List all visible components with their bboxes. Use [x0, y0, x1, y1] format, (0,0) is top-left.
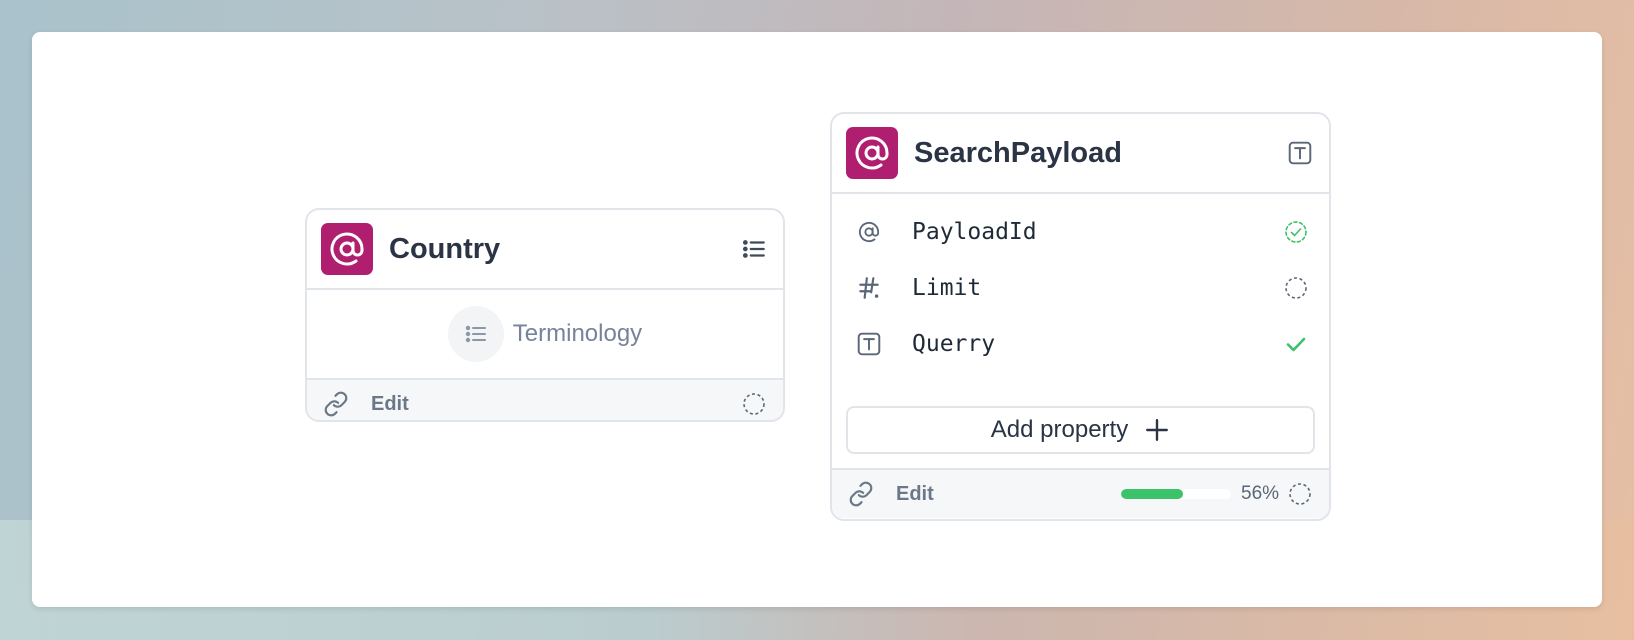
- dashed-circle-icon: [1281, 273, 1311, 303]
- card-footer: Edit 56%: [832, 468, 1329, 518]
- list-icon[interactable]: [739, 234, 769, 264]
- dashed-circle-icon: [1285, 479, 1315, 509]
- property-name: Limit: [912, 275, 982, 301]
- property-row[interactable]: Limit: [832, 260, 1329, 316]
- hash-icon: [854, 273, 884, 303]
- progress-percent: 56%: [1241, 483, 1280, 504]
- node-title: Country: [389, 232, 501, 265]
- country-node-card[interactable]: Country Terminology Edit: [305, 208, 785, 422]
- card-header: Country: [307, 210, 783, 290]
- link-icon[interactable]: [321, 389, 351, 419]
- terminology-row[interactable]: Terminology: [307, 290, 783, 378]
- property-name: PayloadId: [912, 219, 1037, 245]
- node-title: SearchPayload: [914, 136, 1122, 169]
- plus-icon: [1144, 417, 1170, 443]
- completion-progress-bar: [1121, 489, 1231, 499]
- link-icon[interactable]: [846, 479, 876, 509]
- dashed-check-circle-icon: [1281, 217, 1311, 247]
- terminology-label: Terminology: [512, 320, 643, 347]
- text-type-icon[interactable]: [1285, 138, 1315, 168]
- property-name: Querry: [912, 331, 996, 357]
- add-property-button[interactable]: Add property: [846, 406, 1315, 454]
- at-icon: [854, 217, 884, 247]
- card-footer: Edit: [307, 378, 783, 420]
- card-header: SearchPayload: [832, 114, 1329, 194]
- check-icon: [1281, 329, 1311, 359]
- at-icon: [321, 223, 373, 275]
- edit-button[interactable]: Edit: [896, 483, 934, 506]
- add-property-label: Add property: [990, 416, 1129, 443]
- property-list: PayloadId Limit Querry: [832, 194, 1329, 372]
- edit-button[interactable]: Edit: [371, 393, 409, 416]
- text-type-icon: [854, 329, 884, 359]
- at-icon: [846, 127, 898, 179]
- property-row[interactable]: Querry: [832, 316, 1329, 372]
- progress-fill: [1121, 489, 1183, 499]
- dashed-circle-icon: [739, 389, 769, 419]
- diagram-canvas: Country Terminology Edit SearchPayload P…: [32, 32, 1602, 607]
- list-icon: [447, 306, 504, 362]
- property-row[interactable]: PayloadId: [832, 204, 1329, 260]
- searchpayload-node-card[interactable]: SearchPayload PayloadId Limit Querry Add…: [830, 112, 1331, 521]
